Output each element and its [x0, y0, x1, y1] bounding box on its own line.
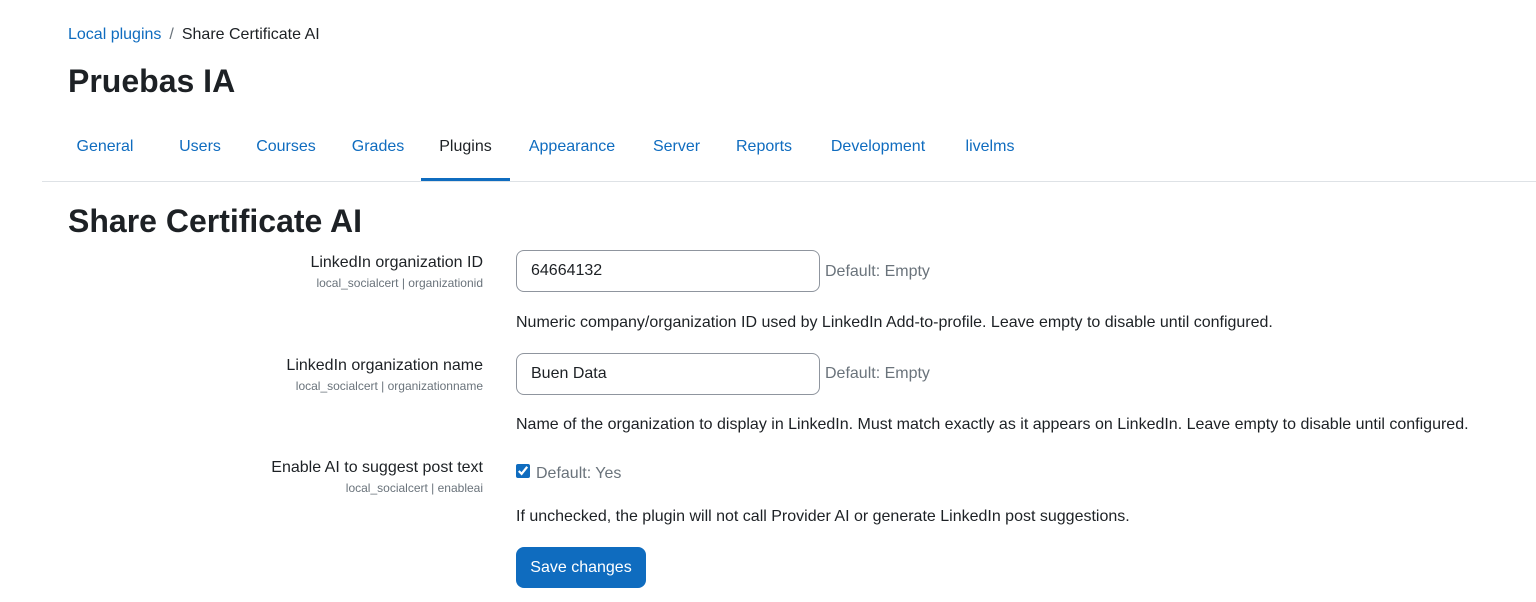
tab-courses[interactable]: Courses: [250, 126, 322, 180]
tab-reports[interactable]: Reports: [730, 126, 798, 180]
organization-id-label: LinkedIn organization ID: [310, 254, 483, 271]
setting-label-organization-id: LinkedIn organization ID local_socialcer…: [310, 252, 483, 292]
admin-tabs: General Users Courses Grades Plugins App…: [42, 126, 1536, 182]
organization-id-input[interactable]: [516, 250, 820, 292]
tab-livelms[interactable]: livelms: [960, 126, 1020, 180]
setting-label-organization-name: LinkedIn organization name local_socialc…: [286, 355, 483, 395]
tab-development[interactable]: Development: [824, 126, 932, 180]
organization-id-default: Default: Empty: [825, 263, 930, 280]
organization-name-default: Default: Empty: [825, 365, 930, 382]
enable-ai-label: Enable AI to suggest post text: [271, 459, 483, 476]
tab-general[interactable]: General: [68, 126, 142, 180]
breadcrumb-link-local-plugins[interactable]: Local plugins: [68, 26, 161, 43]
breadcrumb-current: Share Certificate AI: [181, 26, 320, 43]
tab-appearance[interactable]: Appearance: [522, 126, 622, 180]
breadcrumb-separator: /: [169, 26, 174, 43]
breadcrumb: Local plugins / Share Certificate AI: [68, 24, 320, 46]
enable-ai-description: If unchecked, the plugin will not call P…: [516, 508, 1130, 525]
section-title: Share Certificate AI: [68, 203, 363, 239]
tab-users[interactable]: Users: [174, 126, 226, 180]
organization-name-key: local_socialcert | organizationname: [295, 379, 483, 393]
enable-ai-default: Default: Yes: [536, 465, 622, 482]
organization-name-input[interactable]: [516, 353, 820, 395]
tab-plugins[interactable]: Plugins: [421, 126, 510, 181]
tab-grades[interactable]: Grades: [345, 126, 411, 180]
page-title: Pruebas IA: [68, 63, 236, 99]
enable-ai-checkbox[interactable]: [516, 464, 530, 478]
save-changes-button[interactable]: Save changes: [516, 547, 646, 588]
organization-id-description: Numeric company/organization ID used by …: [516, 314, 1273, 331]
tab-server[interactable]: Server: [648, 126, 705, 180]
enable-ai-key: local_socialcert | enableai: [345, 481, 483, 495]
organization-id-key: local_socialcert | organizationid: [316, 276, 483, 290]
setting-label-enable-ai: Enable AI to suggest post text local_soc…: [271, 457, 483, 497]
organization-name-description: Name of the organization to display in L…: [516, 416, 1469, 433]
organization-name-label: LinkedIn organization name: [286, 357, 483, 374]
